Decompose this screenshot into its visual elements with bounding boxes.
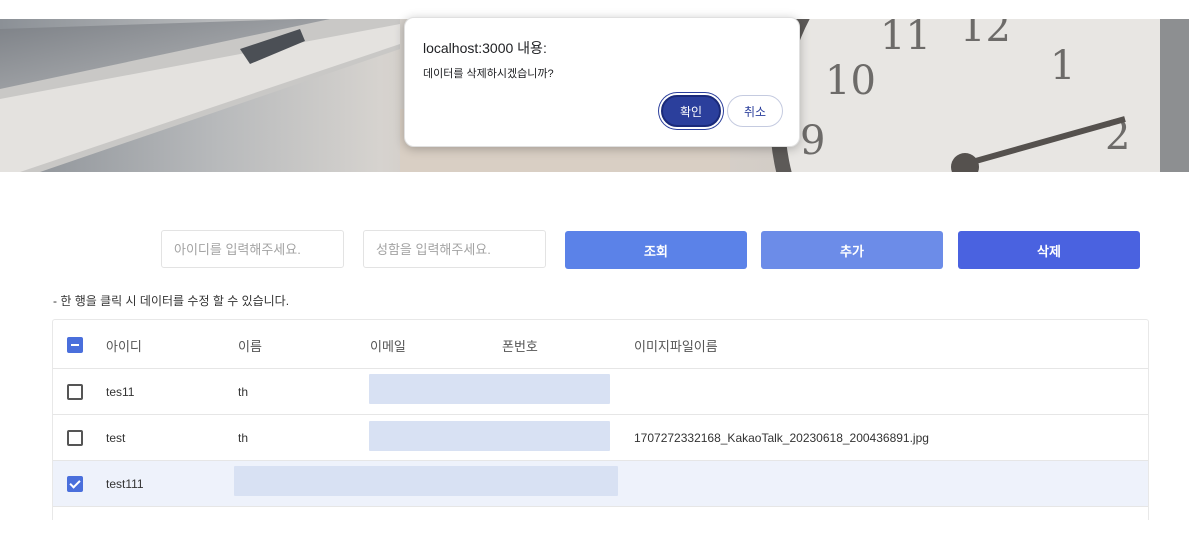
column-header-name[interactable]: 이름 <box>238 336 262 355</box>
name-search-input[interactable] <box>363 230 546 268</box>
dialog-ok-button[interactable]: 확인 <box>661 95 721 127</box>
column-header-id[interactable]: 아이디 <box>106 336 142 355</box>
row-email-phone-field[interactable] <box>369 421 610 451</box>
row-id: tes11 <box>106 385 135 399</box>
row-checkbox[interactable] <box>67 430 83 446</box>
row-checkbox[interactable] <box>67 384 83 400</box>
svg-text:1: 1 <box>1050 43 1075 89</box>
row-image-filename: 1707272332168_KakaoTalk_20230618_2004368… <box>634 431 929 445</box>
id-search-input[interactable] <box>161 230 344 268</box>
row-name: th <box>238 431 249 445</box>
table-row-selected[interactable]: test111 <box>53 461 1148 507</box>
column-header-email[interactable]: 이메일 <box>370 336 406 355</box>
dialog-message: 데이터를 삭제하시겠습니까? <box>423 68 554 80</box>
table-row[interactable]: test th 1707272332168_KakaoTalk_20230618… <box>53 415 1148 461</box>
column-header-phone[interactable]: 폰번호 <box>502 336 538 355</box>
row-email-phone-field[interactable] <box>369 374 610 404</box>
select-all-checkbox[interactable] <box>67 337 83 353</box>
row-edit-field[interactable] <box>234 466 618 496</box>
row-id: test <box>106 431 126 445</box>
search-button[interactable]: 조회 <box>565 231 747 269</box>
table-row[interactable]: tes11 th <box>53 369 1148 415</box>
svg-text:10: 10 <box>825 58 876 104</box>
dialog-title: localhost:3000 내용: <box>423 40 547 56</box>
svg-text:9: 9 <box>800 118 825 164</box>
add-button[interactable]: 추가 <box>761 231 943 269</box>
edit-hint: - 한 행을 클릭 시 데이터를 수정 할 수 있습니다. <box>53 294 290 308</box>
delete-button[interactable]: 삭제 <box>958 231 1140 269</box>
svg-text:12: 12 <box>960 19 1011 51</box>
confirm-dialog: localhost:3000 내용: 데이터를 삭제하시겠습니까? 확인 취소 <box>404 17 800 147</box>
row-name: th <box>238 385 249 399</box>
user-table: 아이디 이름 이메일 폰번호 이미지파일이름 tes11 th test th … <box>52 319 1149 520</box>
dialog-cancel-button[interactable]: 취소 <box>727 95 783 127</box>
row-id: test111 <box>106 477 144 491</box>
svg-text:11: 11 <box>880 19 931 59</box>
row-checkbox[interactable] <box>67 476 83 492</box>
table-header: 아이디 이름 이메일 폰번호 이미지파일이름 <box>53 320 1148 369</box>
column-header-image[interactable]: 이미지파일이름 <box>634 336 718 355</box>
